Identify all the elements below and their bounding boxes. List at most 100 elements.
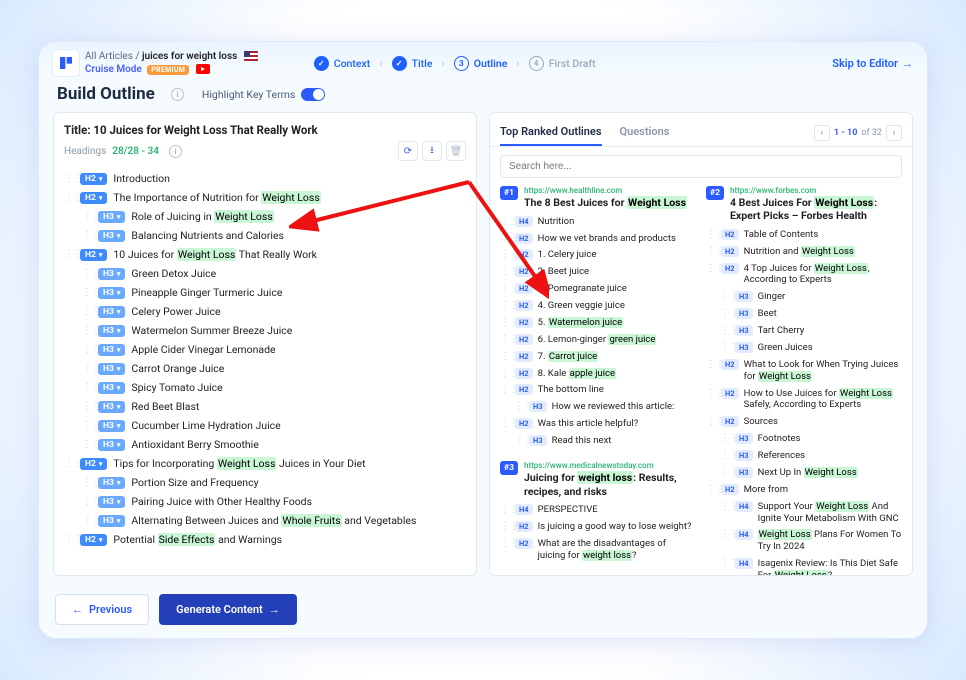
drag-handle-icon[interactable]: ⋮⋮ [500, 266, 510, 277]
ranked-row[interactable]: ⋮⋮ H2 5. Watermelon juice [500, 314, 696, 331]
heading-level-chip[interactable]: H3▾ [98, 477, 125, 489]
heading-level-chip[interactable]: H3▾ [98, 439, 125, 451]
ranked-row[interactable]: ⋮⋮ H2 More from [706, 481, 902, 498]
outline-row[interactable]: ⋮⋮ H3▾ Pineapple Ginger Turmeric Juice [64, 283, 466, 302]
drag-handle-icon[interactable]: ⋮⋮ [500, 538, 510, 549]
heading-level-chip[interactable]: H3▾ [98, 382, 125, 394]
ranked-row[interactable]: ⋮⋮ H2 2. Beet juice [500, 264, 696, 281]
drag-handle-icon[interactable]: ⋮⋮ [720, 467, 730, 478]
previous-button[interactable]: ← Previous [55, 594, 149, 625]
delete-button[interactable]: 🗑 [446, 141, 466, 161]
drag-handle-icon[interactable]: ⋮⋮ [514, 401, 524, 412]
outline-row[interactable]: ⋮⋮ H3▾ Balancing Nutrients and Calories [64, 226, 466, 245]
drag-handle-icon[interactable]: ⋮⋮ [720, 308, 730, 319]
drag-handle-icon[interactable]: ⋮⋮ [82, 287, 92, 298]
ranked-row[interactable]: ⋮⋮ H2 Sources [706, 414, 902, 431]
drag-handle-icon[interactable]: ⋮⋮ [500, 334, 510, 345]
drag-handle-icon[interactable]: ⋮⋮ [64, 192, 74, 203]
heading-level-chip[interactable]: H3▾ [98, 306, 125, 318]
ranked-row[interactable]: ⋮⋮ H3 How we reviewed this article: [514, 399, 696, 416]
drag-handle-icon[interactable]: ⋮⋮ [500, 283, 510, 294]
drag-handle-icon[interactable]: ⋮⋮ [720, 501, 730, 512]
ranked-url[interactable]: https://www.medicalnewstoday.com [524, 461, 696, 470]
drag-handle-icon[interactable]: ⋮⋮ [500, 418, 510, 429]
drag-handle-icon[interactable]: ⋮⋮ [82, 401, 92, 412]
heading-level-chip[interactable]: H3▾ [98, 325, 125, 337]
step-title[interactable]: ✓Title [392, 56, 433, 71]
heading-level-chip[interactable]: H3▾ [98, 230, 125, 242]
step-context[interactable]: ✓Context [314, 56, 371, 71]
outline-row[interactable]: ⋮⋮ H3▾ Antioxidant Berry Smoothie [64, 435, 466, 454]
heading-level-chip[interactable]: H3▾ [98, 496, 125, 508]
drag-handle-icon[interactable]: ⋮⋮ [500, 216, 510, 227]
ranked-row[interactable]: ⋮⋮ H2 How to Use Juices for Weight Loss … [706, 385, 902, 414]
drag-handle-icon[interactable]: ⋮⋮ [64, 249, 74, 260]
ranked-row[interactable]: ⋮⋮ H3 Read this next [514, 433, 696, 450]
ranked-row[interactable]: ⋮⋮ H2 Was this article helpful? [500, 416, 696, 433]
drag-handle-icon[interactable]: ⋮⋮ [706, 388, 716, 399]
ranked-row[interactable]: ⋮⋮ H2 Nutrition and Weight Loss [706, 243, 902, 260]
drag-handle-icon[interactable]: ⋮⋮ [82, 230, 92, 241]
highlight-terms-toggle[interactable]: Highlight Key Terms [202, 88, 325, 101]
outline-row[interactable]: ⋮⋮ H3▾ Cucumber Lime Hydration Juice [64, 416, 466, 435]
drag-handle-icon[interactable]: ⋮⋮ [500, 249, 510, 260]
drag-handle-icon[interactable]: ⋮⋮ [500, 521, 510, 532]
outline-row[interactable]: ⋮⋮ H3▾ Portion Size and Frequency [64, 473, 466, 492]
refresh-button[interactable]: ⟳ [398, 141, 418, 161]
tab-questions[interactable]: Questions [620, 119, 670, 146]
youtube-icon[interactable] [196, 64, 210, 74]
ranked-url[interactable]: https://www.forbes.com [730, 186, 902, 195]
outline-row[interactable]: ⋮⋮ H2▾ The Importance of Nutrition for W… [64, 188, 466, 207]
drag-handle-icon[interactable]: ⋮⋮ [82, 420, 92, 431]
drag-handle-icon[interactable]: ⋮⋮ [82, 439, 92, 450]
heading-level-chip[interactable]: H3▾ [98, 268, 125, 280]
ranked-row[interactable]: ⋮⋮ H3 Next Up In Weight Loss [720, 464, 902, 481]
drag-handle-icon[interactable]: ⋮⋮ [64, 534, 74, 545]
drag-handle-icon[interactable]: ⋮⋮ [720, 558, 730, 569]
tab-top-ranked[interactable]: Top Ranked Outlines [500, 119, 602, 146]
page-next-button[interactable]: › [886, 125, 902, 141]
outline-row[interactable]: ⋮⋮ H3▾ Carrot Orange Juice [64, 359, 466, 378]
drag-handle-icon[interactable]: ⋮⋮ [720, 529, 730, 540]
ranked-row[interactable]: ⋮⋮ H3 Tart Cherry [720, 323, 902, 340]
drag-handle-icon[interactable]: ⋮⋮ [500, 368, 510, 379]
drag-handle-icon[interactable]: ⋮⋮ [82, 211, 92, 222]
app-logo[interactable] [53, 50, 79, 76]
outline-row[interactable]: ⋮⋮ H3▾ Apple Cider Vinegar Lemonade [64, 340, 466, 359]
outline-row[interactable]: ⋮⋮ H2▾ 10 Juices for Weight Loss That Re… [64, 245, 466, 264]
download-button[interactable]: ⭳ [422, 141, 442, 161]
outline-row[interactable]: ⋮⋮ H3▾ Red Beet Blast [64, 397, 466, 416]
ranked-row[interactable]: ⋮⋮ H2 1. Celery juice [500, 247, 696, 264]
outline-row[interactable]: ⋮⋮ H3▾ Celery Power Juice [64, 302, 466, 321]
heading-level-chip[interactable]: H2▾ [80, 173, 107, 185]
ranked-row[interactable]: ⋮⋮ H2 8. Kale apple juice [500, 365, 696, 382]
heading-level-chip[interactable]: H3▾ [98, 287, 125, 299]
drag-handle-icon[interactable]: ⋮⋮ [500, 300, 510, 311]
ranked-row[interactable]: ⋮⋮ H2 4. Green veggie juice [500, 298, 696, 315]
heading-level-chip[interactable]: H2▾ [80, 458, 107, 470]
drag-handle-icon[interactable]: ⋮⋮ [82, 496, 92, 507]
drag-handle-icon[interactable]: ⋮⋮ [64, 458, 74, 469]
drag-handle-icon[interactable]: ⋮⋮ [82, 325, 92, 336]
info-icon[interactable]: i [171, 88, 184, 101]
search-input[interactable] [500, 155, 902, 178]
heading-level-chip[interactable]: H3▾ [98, 344, 125, 356]
ranked-row[interactable]: ⋮⋮ H3 Ginger [720, 289, 902, 306]
breadcrumb[interactable]: All Articles / juices for weight loss [85, 51, 258, 62]
drag-handle-icon[interactable]: ⋮⋮ [706, 246, 716, 257]
heading-level-chip[interactable]: H2▾ [80, 192, 107, 204]
ranked-row[interactable]: ⋮⋮ H4 Isagenix Review: Is This Diet Safe… [720, 556, 902, 576]
heading-level-chip[interactable]: H2▾ [80, 249, 107, 261]
drag-handle-icon[interactable]: ⋮⋮ [706, 359, 716, 370]
drag-handle-icon[interactable]: ⋮⋮ [720, 342, 730, 353]
drag-handle-icon[interactable]: ⋮⋮ [706, 416, 716, 427]
drag-handle-icon[interactable]: ⋮⋮ [706, 484, 716, 495]
ranked-row[interactable]: ⋮⋮ H2 Is juicing a good way to lose weig… [500, 519, 696, 536]
ranked-row[interactable]: ⋮⋮ H2 The bottom line [500, 382, 696, 399]
step-first-draft[interactable]: 4First Draft [529, 56, 596, 71]
outline-row[interactable]: ⋮⋮ H3▾ Pairing Juice with Other Healthy … [64, 492, 466, 511]
ranked-row[interactable]: ⋮⋮ H2 Table of Contents [706, 226, 902, 243]
drag-handle-icon[interactable]: ⋮⋮ [500, 317, 510, 328]
drag-handle-icon[interactable]: ⋮⋮ [500, 384, 510, 395]
ranked-row[interactable]: ⋮⋮ H3 References [720, 448, 902, 465]
